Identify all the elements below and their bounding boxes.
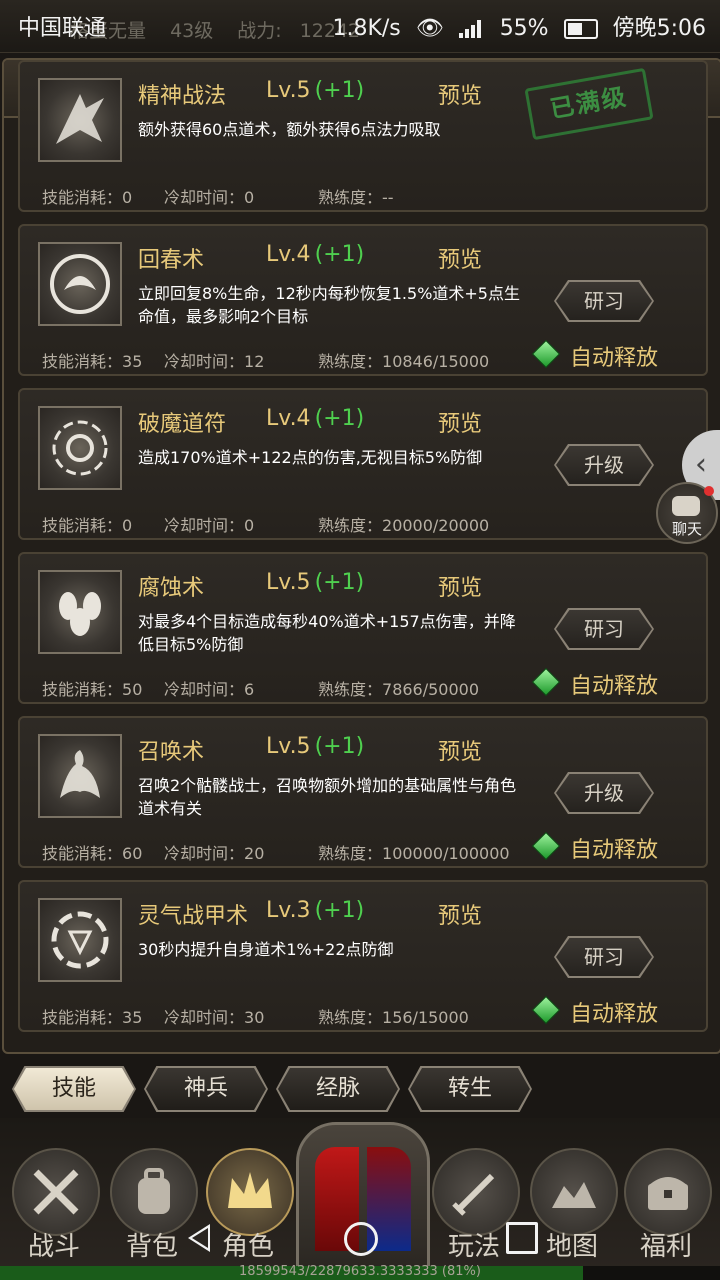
skill-card[interactable]: 回春术 Lv.4 (+1) 预览 立即回复8%生命，12秒内每秒恢复1.5%道术+… bbox=[18, 224, 708, 376]
skill-icon-rejuvenation bbox=[38, 242, 122, 326]
skill-level: Lv.5 (+1) bbox=[266, 734, 365, 759]
skill-icon-summon bbox=[38, 734, 122, 818]
upgrade-button[interactable]: 升级 bbox=[554, 772, 654, 814]
skill-cooldown: 冷却时间：12 bbox=[164, 352, 265, 371]
skill-level: Lv.5 (+1) bbox=[266, 570, 365, 595]
skill-proficiency: 熟练度：20000/20000 bbox=[318, 516, 490, 535]
preview-link[interactable]: 预览 bbox=[438, 242, 482, 274]
skill-card[interactable]: 灵气战甲术 Lv.3 (+1) 预览 30秒内提升自身道术1%+22点防御 研习 … bbox=[18, 880, 708, 1032]
skill-cooldown: 冷却时间：30 bbox=[164, 1008, 265, 1027]
skill-card[interactable]: 破魔道符 Lv.4 (+1) 预览 造成170%道术+122点的伤害,无视目标5%… bbox=[18, 388, 708, 540]
battery-percent: 55% bbox=[499, 16, 549, 41]
battery-icon bbox=[563, 19, 598, 39]
skill-panel: 技能 精神战法 Lv.5(+1) 预览 额外获得60点道术，额外获得6点法力吸取… bbox=[2, 58, 720, 1054]
study-button[interactable]: 研习 bbox=[554, 608, 654, 650]
skill-cost: 技能消耗：60 bbox=[42, 844, 143, 863]
sub-tabs: 技能 神兵 经脉 转生 bbox=[0, 1066, 720, 1116]
recent-apps-icon[interactable] bbox=[506, 1222, 538, 1254]
skill-level: Lv.4 (+1) bbox=[266, 242, 365, 267]
clock: 傍晚5:06 bbox=[612, 16, 706, 41]
carrier: 中国联通 bbox=[18, 16, 107, 41]
upgrade-button[interactable]: 升级 bbox=[554, 444, 654, 486]
skill-name: 腐蚀术 bbox=[138, 576, 205, 601]
skill-desc: 对最多4个目标造成每秒40%道术+157点伤害，并降低目标5%防御 bbox=[138, 612, 516, 654]
skill-proficiency: 熟练度：156/15000 bbox=[318, 1008, 469, 1027]
study-button[interactable]: 研习 bbox=[554, 280, 654, 322]
skill-desc: 额外获得60点道术，额外获得6点法力吸取 bbox=[138, 120, 441, 139]
tab-rebirth[interactable]: 转生 bbox=[408, 1066, 532, 1112]
skill-cost: 技能消耗：0 bbox=[42, 516, 133, 535]
skill-desc: 30秒内提升自身道术1%+22点防御 bbox=[138, 940, 394, 959]
chat-label: 聊天 bbox=[671, 520, 702, 538]
preview-link[interactable]: 预览 bbox=[438, 570, 482, 602]
preview-link[interactable]: 预览 bbox=[438, 734, 482, 766]
skill-icon-spirit-war bbox=[38, 78, 122, 162]
player-level: 43级 bbox=[170, 20, 214, 42]
back-icon[interactable] bbox=[188, 1224, 210, 1252]
study-button[interactable]: 研习 bbox=[554, 936, 654, 978]
skill-icon-demon-talisman bbox=[38, 406, 122, 490]
skill-cooldown: 冷却时间：20 bbox=[164, 844, 265, 863]
home-icon[interactable] bbox=[344, 1222, 378, 1256]
exp-text: 18599543/22879633.3333333 (81%) bbox=[239, 1264, 481, 1279]
skill-cost: 技能消耗：50 bbox=[42, 680, 143, 699]
tab-meridians[interactable]: 经脉 bbox=[276, 1066, 400, 1112]
gem-icon bbox=[531, 667, 561, 697]
skill-cooldown: 冷却时间：0 bbox=[164, 516, 255, 535]
chat-button[interactable]: 聊天 bbox=[656, 482, 718, 544]
skill-cost: 技能消耗：0 bbox=[42, 188, 133, 207]
preview-link[interactable]: 预览 bbox=[438, 406, 482, 438]
skill-proficiency: 熟练度：10846/15000 bbox=[318, 352, 490, 371]
skill-desc: 召唤2个骷髅战士，召唤物额外增加的基础属性与角色道术有关 bbox=[138, 776, 517, 818]
max-level-stamp: 已满级 bbox=[524, 67, 654, 141]
skill-cooldown: 冷却时间：0 bbox=[164, 188, 255, 207]
chat-bubble-icon bbox=[672, 496, 700, 516]
gem-icon bbox=[531, 831, 561, 861]
skill-name: 破魔道符 bbox=[138, 412, 227, 437]
skill-level: Lv.4 (+1) bbox=[266, 406, 365, 431]
network-speed: 1.8K/s bbox=[332, 16, 401, 41]
notification-dot bbox=[704, 486, 714, 496]
skill-level: Lv.5 (+1) bbox=[266, 78, 365, 103]
system-nav bbox=[0, 1208, 720, 1268]
tab-divine-weapon[interactable]: 神兵 bbox=[144, 1066, 268, 1112]
exp-bar: 18599543/22879633.3333333 (81%) bbox=[0, 1264, 720, 1280]
skill-card[interactable]: 腐蚀术 Lv.5 (+1) 预览 对最多4个目标造成每秒40%道术+157点伤害，… bbox=[18, 552, 708, 704]
status-right: 1.8K/s 👁 55% 傍晚5:06 bbox=[324, 10, 706, 42]
gem-icon bbox=[531, 339, 561, 369]
skill-name: 精神战法 bbox=[138, 84, 227, 109]
skill-proficiency: 熟练度：7866/50000 bbox=[318, 680, 480, 699]
power-label: 战力: bbox=[237, 20, 282, 42]
preview-link[interactable]: 预览 bbox=[438, 898, 482, 930]
signal-icon bbox=[458, 20, 485, 38]
skill-card[interactable]: 精神战法 Lv.5 (+1) 预览 额外获得60点道术，额外获得6点法力吸取 已满… bbox=[18, 60, 708, 212]
skill-cost: 技能消耗：35 bbox=[42, 1008, 143, 1027]
skill-proficiency: 熟练度：-- bbox=[318, 188, 394, 207]
status-bar: 格蛋无量 43级 战力: 12242 中国联通 1.8K/s 👁 55% 傍晚5:… bbox=[0, 0, 720, 53]
gem-icon bbox=[531, 995, 561, 1025]
skill-desc: 立即回复8%生命，12秒内每秒恢复1.5%道术+5点生命值，最多影响2个目标 bbox=[138, 284, 520, 326]
eye-icon: 👁 bbox=[415, 16, 444, 41]
skill-name: 灵气战甲术 bbox=[138, 904, 249, 929]
skill-proficiency: 熟练度：100000/100000 bbox=[318, 844, 510, 863]
skill-cost: 技能消耗：35 bbox=[42, 352, 143, 371]
skill-icon-corrosion bbox=[38, 570, 122, 654]
skill-icon-spirit-armor bbox=[38, 898, 122, 982]
skill-name: 召唤术 bbox=[138, 740, 205, 765]
skill-card[interactable]: 召唤术 Lv.5 (+1) 预览 召唤2个骷髅战士，召唤物额外增加的基础属性与角色… bbox=[18, 716, 708, 868]
skill-name: 回春术 bbox=[138, 248, 205, 273]
preview-link[interactable]: 预览 bbox=[438, 78, 482, 110]
tab-skills[interactable]: 技能 bbox=[12, 1066, 136, 1112]
skill-cooldown: 冷却时间：6 bbox=[164, 680, 255, 699]
skill-level: Lv.3 (+1) bbox=[266, 898, 365, 923]
skill-desc: 造成170%道术+122点的伤害,无视目标5%防御 bbox=[138, 448, 483, 467]
